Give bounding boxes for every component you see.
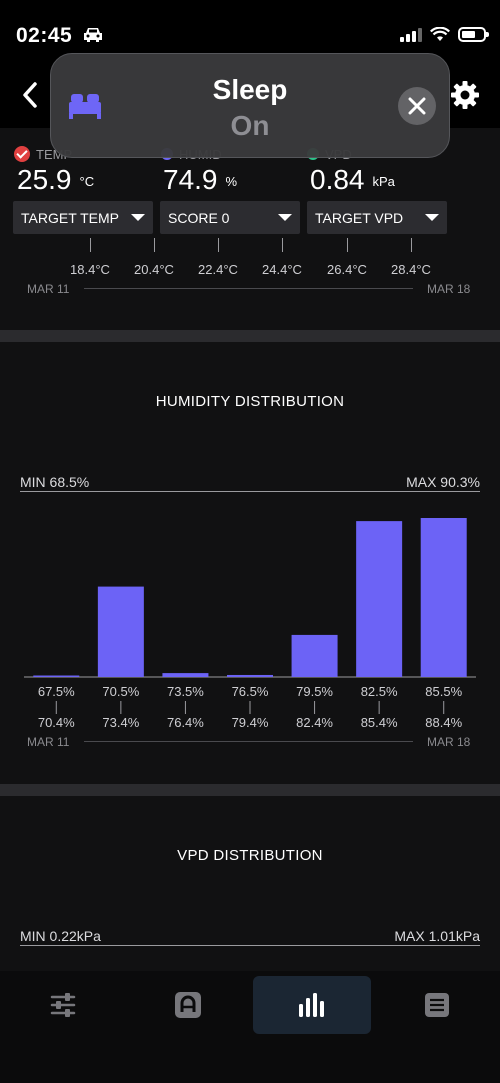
nav-menu[interactable] <box>378 976 496 1034</box>
temp-tick-label: 24.4°C <box>262 262 302 277</box>
bin-start-label: 70.5% <box>102 684 139 699</box>
back-icon[interactable] <box>18 80 44 110</box>
histogram-bar <box>420 518 467 677</box>
chevron-down-icon <box>425 214 439 221</box>
histogram-bar <box>356 521 403 677</box>
humidity-distribution-panel: HUMIDITY DISTRIBUTION MIN 68.5% MAX 90.3… <box>0 342 500 784</box>
section-divider <box>0 784 500 796</box>
stats-icon <box>299 993 324 1017</box>
gear-icon[interactable] <box>450 80 480 110</box>
check-icon <box>14 146 30 162</box>
vpd-max: MAX 1.01kPa <box>394 928 480 944</box>
bin-end-label: 79.4% <box>232 715 269 730</box>
status-time: 02:45 <box>16 24 73 47</box>
bin-end-label: 73.4% <box>102 715 139 730</box>
signal-icon <box>400 27 422 42</box>
close-button[interactable] <box>398 87 436 125</box>
score-label: SCORE 0 <box>168 209 230 226</box>
start-date: MAR 11 <box>27 282 70 296</box>
vpd-unit: kPa <box>372 174 395 190</box>
sleep-title: Sleep <box>212 74 288 105</box>
bin-start-label: 85.5% <box>425 684 462 699</box>
histogram-bar <box>33 675 80 677</box>
bin-start-label: 82.5% <box>361 684 398 699</box>
bin-end-label: 70.4% <box>38 715 75 730</box>
temperature-axis: 18.4°C 20.4°C 22.4°C 24.4°C 26.4°C 28.4°… <box>0 238 500 298</box>
range-line <box>20 945 480 946</box>
vpd-min: MIN 0.22kPa <box>20 928 101 944</box>
temp-value: 25.9 <box>17 164 72 195</box>
menu-icon <box>425 993 449 1017</box>
temp-tick-label: 22.4°C <box>198 262 238 277</box>
target-vpd-select[interactable]: TARGET VPD <box>307 201 447 234</box>
score-select[interactable]: SCORE 0 <box>160 201 300 234</box>
sleep-status: On <box>230 110 270 141</box>
bottom-nav <box>0 971 500 1083</box>
bin-end-label: 88.4% <box>425 715 462 730</box>
bin-end-label: 82.4% <box>296 715 333 730</box>
bin-start-label: 76.5% <box>232 684 269 699</box>
car-icon <box>84 28 102 42</box>
sleep-mode-banner: Sleep On <box>50 53 450 158</box>
vpd-distribution-panel: VPD DISTRIBUTION MIN 0.22kPa MAX 1.01kPa <box>0 796 500 971</box>
close-icon <box>408 97 426 115</box>
chevron-down-icon <box>278 214 292 221</box>
temp-tick-label: 20.4°C <box>134 262 174 277</box>
target-temp-label: TARGET TEMP <box>21 209 120 226</box>
status-bar: 02:45 <box>0 0 500 60</box>
section-divider <box>0 330 500 342</box>
start-date: MAR 11 <box>27 735 70 749</box>
bin-end-label: 76.4% <box>167 715 204 730</box>
bin-start-label: 67.5% <box>38 684 75 699</box>
histogram-bar <box>162 673 209 677</box>
bin-end-label: 85.4% <box>361 715 398 730</box>
target-vpd-label: TARGET VPD <box>315 209 404 226</box>
wifi-icon <box>430 27 450 41</box>
histogram-bar <box>291 634 338 677</box>
target-temp-select[interactable]: TARGET TEMP <box>13 201 153 234</box>
end-date: MAR 18 <box>427 735 471 749</box>
battery-icon <box>458 27 489 42</box>
vpd-title: VPD DISTRIBUTION <box>177 847 323 864</box>
chevron-down-icon <box>131 214 145 221</box>
bin-start-label: 79.5% <box>296 684 333 699</box>
nav-controls[interactable] <box>4 976 122 1034</box>
histogram-bar <box>227 674 273 677</box>
readings-panel: TEMP 25.9°C HUMID 74.9% VPD 0.84kPa TARG… <box>0 128 500 330</box>
auto-icon <box>175 992 201 1018</box>
nav-auto[interactable] <box>129 976 247 1034</box>
end-date: MAR 18 <box>427 282 471 296</box>
temp-tick-label: 26.4°C <box>327 262 367 277</box>
temp-unit: °C <box>79 174 95 190</box>
sliders-icon <box>50 993 76 1017</box>
humidity-value: 74.9 <box>163 164 218 195</box>
histogram-bar <box>97 586 144 677</box>
nav-stats[interactable] <box>253 976 371 1034</box>
humidity-histogram: 67.5% 70.4% 70.5% 73.4% 73.5% 76.4% 76.5% 79.4%… <box>24 518 476 730</box>
bin-start-label: 73.5% <box>167 684 204 699</box>
humidity-unit: % <box>225 174 238 190</box>
temp-tick-label: 18.4°C <box>70 262 110 277</box>
temp-tick-label: 28.4°C <box>391 262 431 277</box>
vpd-value: 0.84 <box>310 164 365 195</box>
